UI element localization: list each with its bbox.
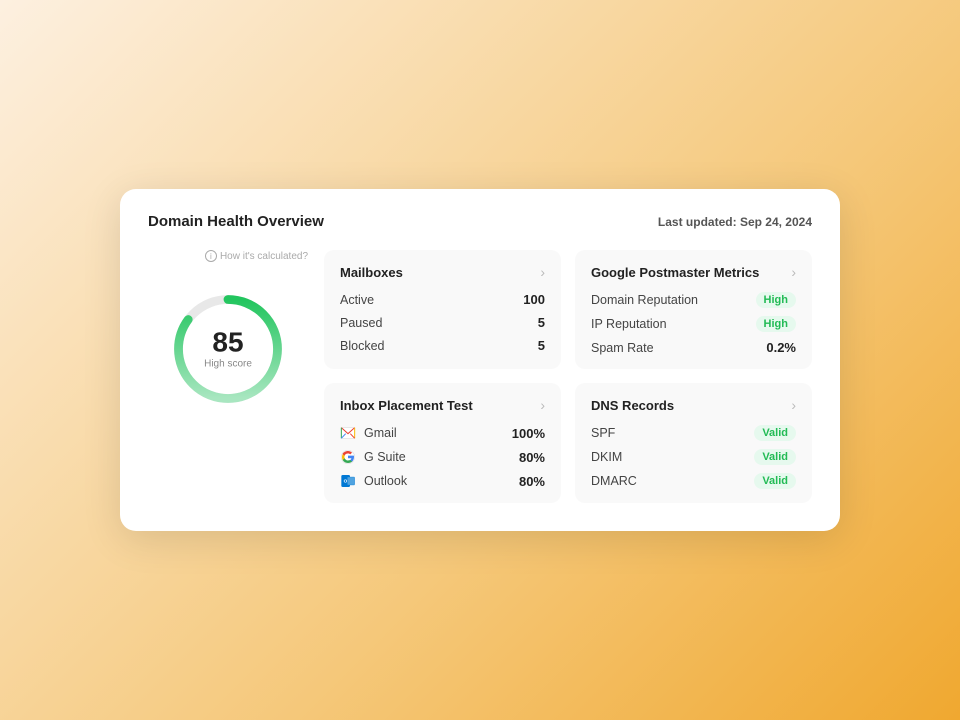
gmail-icon — [340, 425, 356, 441]
dns-chevron-icon[interactable]: › — [791, 397, 796, 413]
dns-header: DNS Records › — [591, 397, 796, 413]
spf-badge: Valid — [754, 425, 796, 441]
dns-records-panel: DNS Records › SPF Valid DKIM Valid DMARC… — [575, 383, 812, 503]
last-updated-date: Sep 24, 2024 — [740, 215, 812, 229]
mailboxes-paused-label: Paused — [340, 316, 382, 330]
gsuite-value: 80% — [519, 450, 545, 465]
card-title: Domain Health Overview — [148, 213, 324, 230]
outlook-value: 80% — [519, 474, 545, 489]
info-icon: i — [205, 250, 217, 262]
table-row: Spam Rate 0.2% — [591, 340, 796, 355]
postmaster-chevron-icon[interactable]: › — [791, 264, 796, 280]
outlook-provider: O Outlook — [340, 473, 407, 489]
card-body: i How it's calculated? 85 High — [148, 250, 812, 503]
mailboxes-active-value: 100 — [523, 292, 545, 307]
score-label: High score — [204, 359, 252, 370]
ip-reputation-label: IP Reputation — [591, 317, 667, 331]
dmarc-badge: Valid — [754, 473, 796, 489]
dkim-label: DKIM — [591, 450, 622, 464]
table-row: Active 100 — [340, 292, 545, 307]
inbox-placement-header: Inbox Placement Test › — [340, 397, 545, 413]
dkim-badge: Valid — [754, 449, 796, 465]
gmail-label: Gmail — [364, 426, 397, 440]
inbox-placement-title: Inbox Placement Test — [340, 398, 473, 413]
mailboxes-chevron-icon[interactable]: › — [540, 264, 545, 280]
table-row: Blocked 5 — [340, 338, 545, 353]
mailboxes-paused-value: 5 — [538, 315, 545, 330]
mailboxes-header: Mailboxes › — [340, 264, 545, 280]
score-section: i How it's calculated? 85 High — [148, 250, 308, 503]
circle-center: 85 High score — [204, 329, 252, 370]
table-row: Domain Reputation High — [591, 292, 796, 308]
spam-rate-value: 0.2% — [766, 340, 796, 355]
inbox-placement-chevron-icon[interactable]: › — [540, 397, 545, 413]
table-row: Gmail 100% — [340, 425, 545, 441]
svg-text:O: O — [344, 479, 348, 484]
domain-reputation-badge: High — [756, 292, 796, 308]
mailboxes-panel: Mailboxes › Active 100 Paused 5 Blocked … — [324, 250, 561, 369]
spam-rate-label: Spam Rate — [591, 341, 654, 355]
inbox-placement-panel: Inbox Placement Test › — [324, 383, 561, 503]
postmaster-title: Google Postmaster Metrics — [591, 265, 759, 280]
postmaster-header: Google Postmaster Metrics › — [591, 264, 796, 280]
last-updated: Last updated: Sep 24, 2024 — [658, 215, 812, 229]
gsuite-provider: G Suite — [340, 449, 406, 465]
card-header: Domain Health Overview Last updated: Sep… — [148, 213, 812, 230]
table-row: O Outlook 80% — [340, 473, 545, 489]
table-row: IP Reputation High — [591, 316, 796, 332]
mailboxes-title: Mailboxes — [340, 265, 403, 280]
spf-label: SPF — [591, 426, 615, 440]
gsuite-label: G Suite — [364, 450, 406, 464]
dns-title: DNS Records — [591, 398, 674, 413]
mailboxes-blocked-label: Blocked — [340, 339, 384, 353]
ip-reputation-badge: High — [756, 316, 796, 332]
gsuite-icon — [340, 449, 356, 465]
outlook-icon: O — [340, 473, 356, 489]
postmaster-panel: Google Postmaster Metrics › Domain Reput… — [575, 250, 812, 369]
last-updated-label: Last updated: — [658, 215, 737, 229]
score-circle: 85 High score — [173, 294, 283, 404]
table-row: SPF Valid — [591, 425, 796, 441]
mailboxes-blocked-value: 5 — [538, 338, 545, 353]
panels-grid: Mailboxes › Active 100 Paused 5 Blocked … — [324, 250, 812, 503]
mailboxes-active-label: Active — [340, 293, 374, 307]
gmail-value: 100% — [512, 426, 545, 441]
domain-health-card: Domain Health Overview Last updated: Sep… — [120, 189, 840, 531]
how-calculated-label: How it's calculated? — [220, 251, 308, 262]
table-row: DMARC Valid — [591, 473, 796, 489]
gmail-provider: Gmail — [340, 425, 397, 441]
score-number: 85 — [204, 329, 252, 357]
domain-reputation-label: Domain Reputation — [591, 293, 698, 307]
table-row: G Suite 80% — [340, 449, 545, 465]
dmarc-label: DMARC — [591, 474, 637, 488]
table-row: Paused 5 — [340, 315, 545, 330]
outlook-label: Outlook — [364, 474, 407, 488]
how-calculated-link[interactable]: i How it's calculated? — [205, 250, 308, 262]
table-row: DKIM Valid — [591, 449, 796, 465]
